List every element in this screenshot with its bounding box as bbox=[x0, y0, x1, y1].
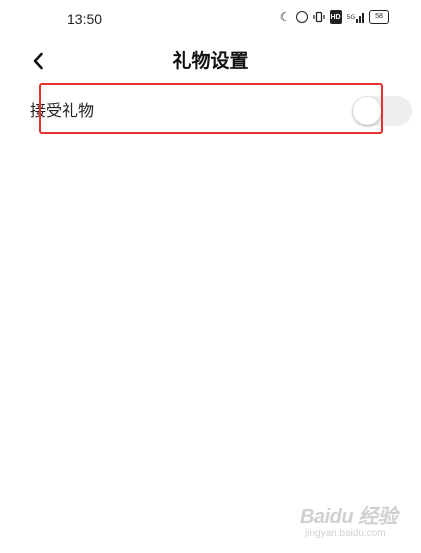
watermark-brand: Baidu 经验 bbox=[300, 506, 398, 528]
watermark: Baidu 经验 jingyan.baidu.com bbox=[300, 500, 400, 545]
setting-row-accept-gifts: 接受礼物 bbox=[30, 90, 412, 134]
toggle-knob bbox=[353, 97, 381, 125]
signal-icon: 5G bbox=[347, 10, 364, 24]
watermark-url: jingyan.baidu.com bbox=[305, 528, 386, 539]
status-icons: ☾ HD 5G 58 bbox=[280, 10, 389, 24]
nav-bar: 礼物设置 bbox=[0, 42, 421, 82]
status-time: 13:50 bbox=[67, 11, 103, 27]
moon-icon: ☾ bbox=[279, 10, 291, 24]
vibrate-icon bbox=[312, 10, 325, 24]
status-bar: 13:50 ☾ HD 5G 58 bbox=[0, 0, 421, 40]
hd-icon: HD bbox=[329, 10, 342, 24]
accept-gifts-toggle[interactable] bbox=[352, 96, 412, 126]
battery-icon: 58 bbox=[369, 10, 389, 24]
alarm-icon bbox=[295, 10, 308, 24]
setting-label: 接受礼物 bbox=[30, 101, 95, 120]
page-title: 礼物设置 bbox=[172, 50, 249, 72]
